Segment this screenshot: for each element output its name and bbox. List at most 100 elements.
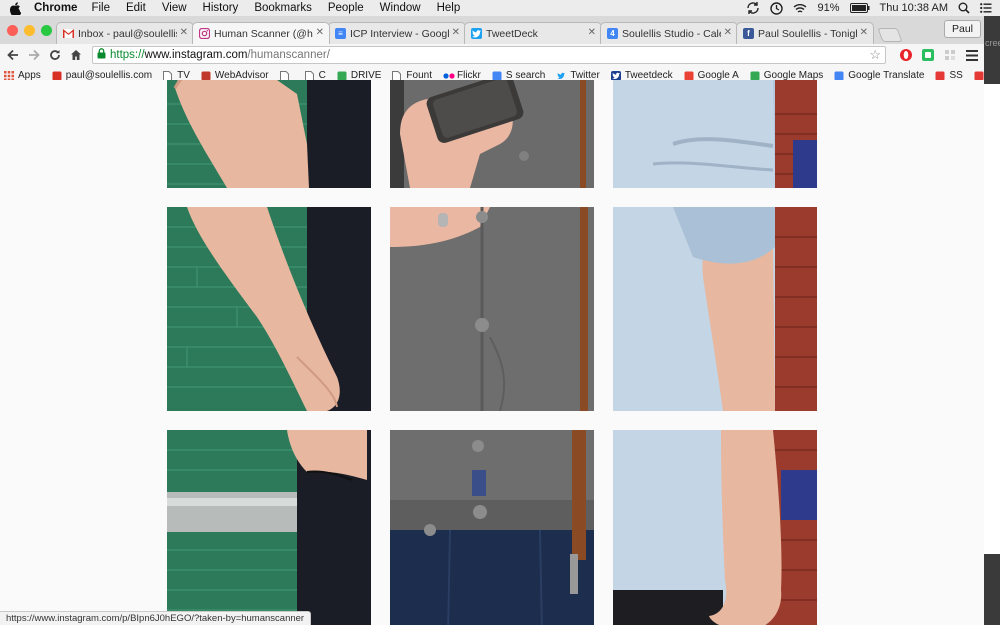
- opera-extension-icon[interactable]: [898, 47, 914, 63]
- sync-icon[interactable]: [746, 2, 760, 14]
- facebook-icon: f: [743, 28, 754, 39]
- tab-human-scanner[interactable]: Human Scanner (@humanscanner) ✕: [192, 22, 330, 44]
- apps-grid-icon: [4, 70, 14, 81]
- new-tab-button[interactable]: [877, 28, 903, 42]
- battery-icon[interactable]: [849, 3, 870, 13]
- home-icon[interactable]: [67, 46, 85, 64]
- photo-post[interactable]: [167, 430, 371, 625]
- close-window-button[interactable]: [7, 25, 18, 36]
- translate-icon: [834, 71, 844, 81]
- photo-thumbnail: [613, 207, 817, 411]
- close-tab-icon[interactable]: ✕: [588, 27, 596, 38]
- window-controls: [7, 25, 52, 36]
- gmail-icon: [52, 71, 62, 81]
- menu-help[interactable]: Help: [437, 2, 461, 14]
- gmail-icon: [63, 28, 74, 39]
- mac-menu-bar: Chrome File Edit View History Bookmarks …: [0, 0, 1000, 16]
- menu-hamburger-icon[interactable]: [964, 47, 980, 63]
- extension-icon[interactable]: [942, 47, 958, 63]
- google-a-icon: [684, 71, 694, 81]
- tab-title: TweetDeck: [486, 27, 538, 40]
- photo-post[interactable]: [613, 430, 817, 625]
- tab-facebook[interactable]: f Paul Soulellis - Tonight at the ✕: [736, 22, 874, 44]
- battery-percent[interactable]: 91%: [817, 2, 839, 14]
- url-host: www.instagram.com: [144, 49, 248, 61]
- tab-title: Paul Soulellis - Tonight at the: [758, 27, 857, 40]
- tab-calendar[interactable]: 4 Soulellis Studio - Calendar ✕: [600, 22, 738, 44]
- photo-post[interactable]: [167, 80, 371, 188]
- photo-post[interactable]: [390, 80, 594, 188]
- close-tab-icon[interactable]: ✕: [860, 27, 868, 38]
- close-tab-icon[interactable]: ✕: [316, 27, 324, 38]
- timemachine-icon[interactable]: [770, 1, 784, 15]
- menu-bookmarks[interactable]: Bookmarks: [254, 2, 312, 14]
- tweetdeck-icon: [471, 28, 482, 39]
- tab-title: Human Scanner (@humanscanner): [214, 27, 313, 40]
- photo-thumbnail: [613, 80, 817, 188]
- minimize-window-button[interactable]: [24, 25, 35, 36]
- profile-button[interactable]: Paul: [943, 20, 981, 38]
- drive-icon: [337, 71, 347, 81]
- background-window-text: creen: [985, 38, 1000, 48]
- photo-post[interactable]: [390, 207, 594, 411]
- flickr-icon: [443, 71, 455, 81]
- photo-post[interactable]: [167, 207, 371, 411]
- address-bar[interactable]: https://www.instagram.com/humanscanner/ …: [92, 46, 886, 64]
- bookmark-star-icon[interactable]: ☆: [869, 47, 881, 63]
- close-tab-icon[interactable]: ✕: [452, 27, 460, 38]
- app-menu-chrome[interactable]: Chrome: [34, 2, 77, 14]
- docs-icon: ≡: [335, 28, 346, 39]
- photo-post[interactable]: [613, 207, 817, 411]
- tab-title: Soulellis Studio - Calendar: [622, 27, 721, 40]
- menu-file[interactable]: File: [91, 2, 110, 14]
- forward-arrow-icon[interactable]: [25, 46, 43, 64]
- evernote-extension-icon[interactable]: [920, 47, 936, 63]
- photo-thumbnail: [390, 207, 594, 411]
- page-icon: [392, 70, 402, 81]
- url-path: /humanscanner/: [247, 49, 330, 61]
- photo-post[interactable]: [390, 430, 594, 625]
- tab-icp-interview[interactable]: ≡ ICP Interview - Google Docs ✕: [328, 22, 466, 44]
- tab-inbox[interactable]: Inbox - paul@soulellis.com ✕: [56, 22, 194, 44]
- menu-history[interactable]: History: [203, 2, 239, 14]
- photo-thumbnail: [390, 80, 594, 188]
- menu-people[interactable]: People: [328, 2, 364, 14]
- spotlight-search-icon[interactable]: [958, 2, 970, 14]
- wp-icon: [974, 71, 984, 81]
- instagram-profile-page: https://www.instagram.com/p/BIpn6J0hEGO/…: [0, 80, 984, 625]
- wifi-icon[interactable]: [793, 3, 807, 14]
- menu-view[interactable]: View: [162, 2, 187, 14]
- notification-center-icon[interactable]: [980, 3, 992, 13]
- background-window: creen: [984, 16, 1000, 625]
- close-tab-icon[interactable]: ✕: [180, 27, 188, 38]
- browser-toolbar: https://www.instagram.com/humanscanner/ …: [0, 44, 984, 66]
- url-scheme: https://: [110, 49, 145, 61]
- back-arrow-icon[interactable]: [4, 46, 22, 64]
- lock-icon[interactable]: [97, 48, 106, 62]
- photo-post[interactable]: [613, 80, 817, 188]
- tabs: Inbox - paul@soulellis.com ✕ Human Scann…: [56, 22, 903, 44]
- page-icon: [304, 70, 315, 81]
- tab-title: ICP Interview - Google Docs: [350, 27, 449, 40]
- clock[interactable]: Thu 10:38 AM: [880, 2, 949, 14]
- ss-icon: [935, 71, 945, 81]
- menu-edit[interactable]: Edit: [126, 2, 146, 14]
- reload-icon[interactable]: [46, 46, 64, 64]
- twitter-icon: [556, 71, 566, 81]
- tab-title: Inbox - paul@soulellis.com: [78, 27, 177, 40]
- close-tab-icon[interactable]: ✕: [724, 27, 732, 38]
- zoom-window-button[interactable]: [41, 25, 52, 36]
- instagram-icon: [199, 28, 210, 39]
- maps-icon: [750, 71, 760, 81]
- status-bar-url: https://www.instagram.com/p/BIpn6J0hEGO/…: [0, 611, 312, 625]
- webadvisor-icon: [201, 71, 211, 81]
- photo-thumbnail: [613, 430, 817, 625]
- background-window-content: [984, 84, 1000, 554]
- photo-thumbnail: [167, 207, 371, 411]
- tab-tweetdeck[interactable]: TweetDeck ✕: [464, 22, 602, 44]
- page-icon: [279, 70, 290, 81]
- menu-window[interactable]: Window: [380, 2, 421, 14]
- bookmark-item[interactable]: [279, 70, 294, 81]
- apple-menu-icon[interactable]: [8, 1, 22, 15]
- calendar-icon: 4: [607, 28, 618, 39]
